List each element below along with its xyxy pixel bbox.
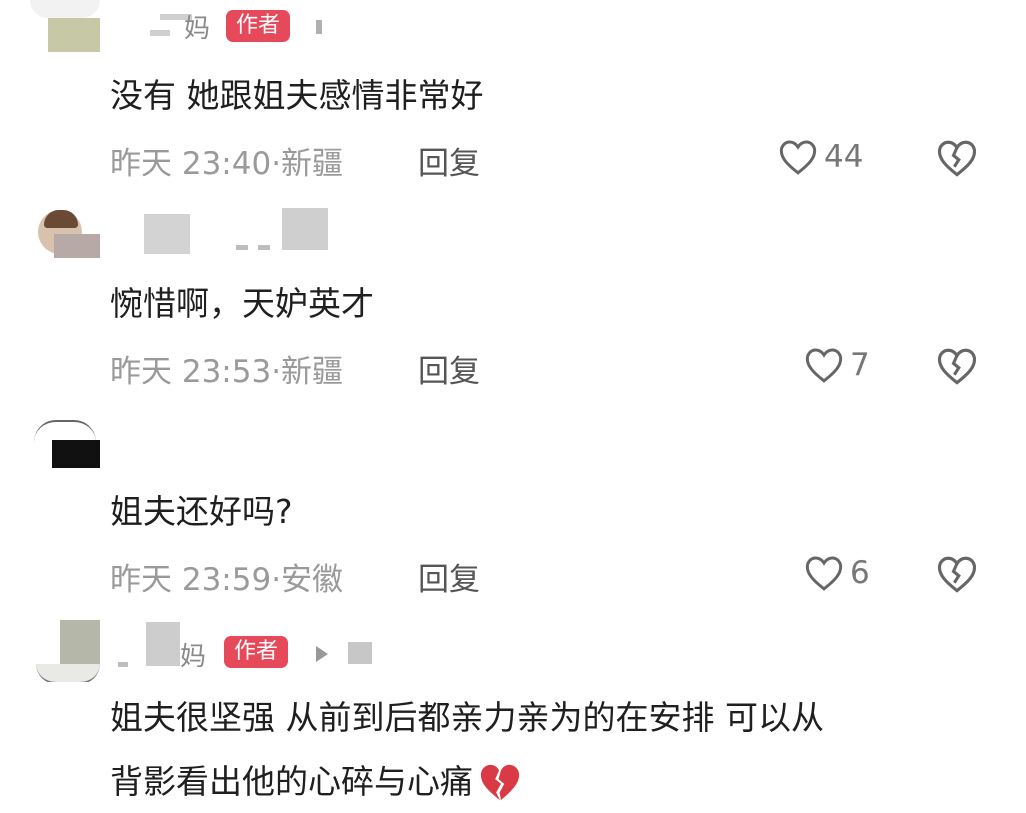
username-blur: [146, 622, 180, 666]
username-blur: [150, 30, 170, 36]
username[interactable]: 妈: [180, 636, 206, 673]
dislike-button[interactable]: [936, 138, 978, 182]
username-blur: [258, 245, 270, 250]
username-blur: [144, 214, 190, 254]
username-blur: [118, 662, 128, 667]
broken-heart-emoji: [480, 764, 520, 801]
author-badge: 作者: [224, 636, 289, 668]
reply-button[interactable]: 回复: [418, 138, 480, 183]
comment-meta: 昨天 23:40·新疆: [110, 146, 344, 182]
comment-text-line-2: 背影看出他的心碎与心痛: [110, 756, 523, 808]
like-count: 44: [824, 139, 864, 175]
comment-text-line-1: 姐夫很坚强 从前到后都亲力亲为的在安排 可以从: [110, 698, 824, 737]
heart-outline-icon: [805, 556, 843, 591]
dislike-button[interactable]: [936, 554, 978, 598]
avatar[interactable]: [30, 416, 100, 468]
avatar[interactable]: [30, 0, 100, 52]
username-blur: [316, 646, 328, 662]
heart-outline-icon: [805, 348, 843, 383]
username-blur: [348, 642, 372, 664]
comment-text-line-2-text: 背影看出他的心碎与心痛: [110, 762, 473, 801]
like-button[interactable]: 6: [804, 554, 870, 592]
broken-heart-icon: [937, 348, 977, 385]
reply-button[interactable]: 回复: [418, 554, 480, 599]
author-badge: 作者: [226, 10, 291, 42]
broken-heart-icon: [937, 556, 977, 593]
username-blur: [316, 20, 322, 34]
username-blur: [236, 245, 248, 250]
comment-text: 没有 她跟姐夫感情非常好: [110, 76, 484, 115]
comment-text: 惋惜啊，天妒英才: [110, 284, 374, 323]
dislike-button[interactable]: [936, 346, 978, 390]
avatar[interactable]: [30, 206, 100, 258]
comment-meta: 昨天 23:59·安徽: [110, 562, 344, 598]
heart-outline-icon: [779, 140, 817, 175]
username-blur: [282, 208, 328, 250]
like-button[interactable]: 44: [778, 138, 863, 176]
like-count: 7: [850, 347, 870, 383]
username[interactable]: 妈: [184, 8, 210, 45]
broken-heart-icon: [937, 140, 977, 177]
comment-meta: 昨天 23:53·新疆: [110, 354, 344, 390]
reply-button[interactable]: 回复: [418, 346, 480, 391]
like-count: 6: [850, 555, 870, 591]
comment-text: 姐夫还好吗?: [110, 492, 293, 531]
avatar[interactable]: [30, 620, 100, 682]
like-button[interactable]: 7: [804, 346, 870, 384]
